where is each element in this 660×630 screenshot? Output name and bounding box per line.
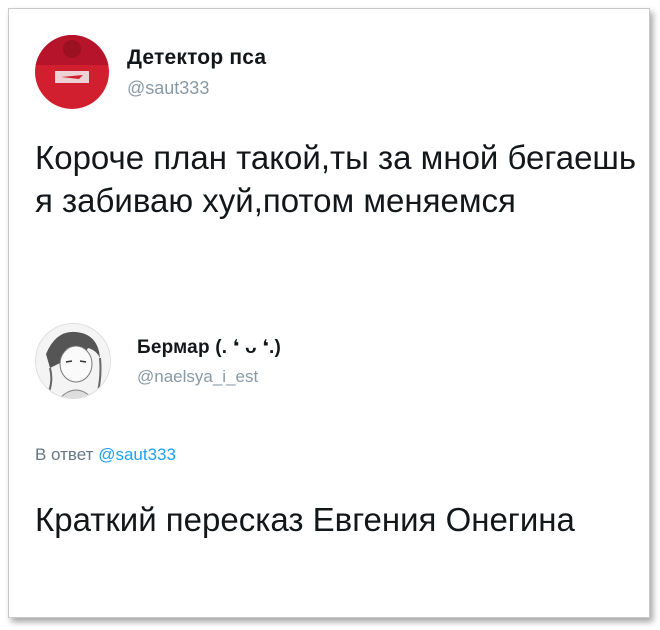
- reply-header: Бермар (. ❛ ᴗ ❛.) @naelsya_i_est: [35, 323, 281, 399]
- tweet-card: Детектор пса @saut333 Короче план такой,…: [8, 8, 650, 618]
- avatar-red-shirt-icon[interactable]: [35, 35, 109, 109]
- reply-to-handle-link[interactable]: @saut333: [98, 445, 176, 464]
- reply-author-handle[interactable]: @naelsya_i_est: [137, 367, 281, 387]
- author-handle[interactable]: @saut333: [127, 78, 266, 99]
- reply-author-name[interactable]: Бермар (. ❛ ᴗ ❛.): [137, 336, 281, 359]
- tweet-header: Детектор пса @saut333: [35, 35, 266, 109]
- reply-to-line: В ответ @saut333: [35, 445, 176, 465]
- reply-text: Краткий пересказ Евгения Онегина: [35, 501, 575, 538]
- avatar-anime-sketch-icon[interactable]: [35, 323, 111, 399]
- reply-prefix: В ответ: [35, 445, 94, 464]
- tweet-text: Короче план такой,ты за мной бегаешь я з…: [35, 139, 637, 219]
- author-name[interactable]: Детектор пса: [127, 46, 266, 70]
